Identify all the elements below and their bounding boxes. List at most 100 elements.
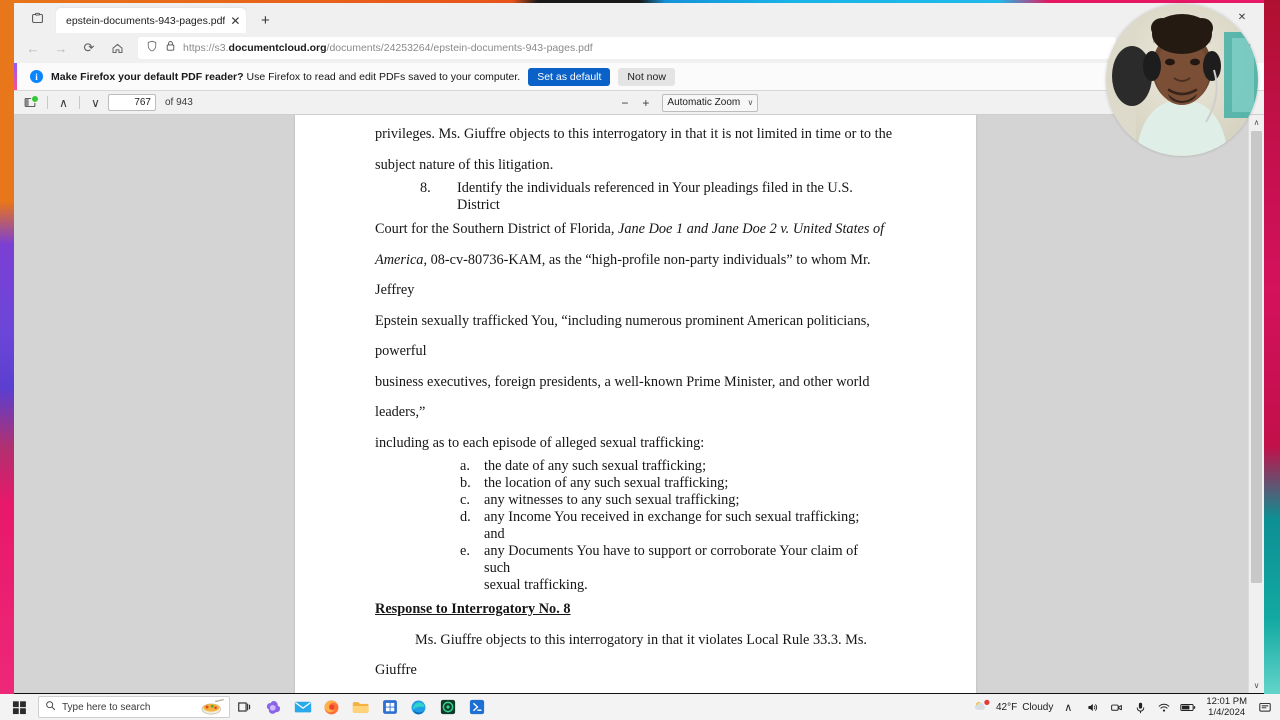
interrogatory-8-line-1: Identify the individuals referenced in Y… — [457, 180, 853, 213]
search-placeholder: Type here to search — [62, 701, 151, 713]
not-now-button[interactable]: Not now — [618, 67, 675, 86]
page-number-input[interactable]: 767 — [108, 94, 156, 111]
document-text: privileges. Ms. Giuffre objects to this … — [295, 115, 976, 693]
zoom-in-button[interactable]: + — [637, 94, 654, 111]
new-tab-button[interactable]: + — [254, 9, 276, 31]
sub-item-text: sexual trafficking. — [484, 577, 588, 593]
show-hidden-icons-button[interactable]: ∧ — [1059, 697, 1077, 717]
next-page-button[interactable]: ∨ — [87, 94, 104, 111]
system-tray: 42°F Cloudy ∧ 12:01 PM 1/4/2024 — [973, 696, 1280, 718]
taskbar-clock[interactable]: 12:01 PM 1/4/2024 — [1203, 696, 1250, 718]
sub-item-letter: c. — [460, 492, 470, 508]
microphone-icon[interactable] — [1131, 697, 1149, 717]
weather-widget[interactable]: 42°F Cloudy — [973, 699, 1053, 716]
sub-item-b: b. the location of any such sexual traff… — [295, 475, 976, 492]
browser-tab[interactable]: epstein-documents-943-pages.pdf ✕ — [56, 8, 247, 33]
list-tabs-icon[interactable] — [24, 5, 50, 31]
forward-button[interactable]: → — [48, 36, 74, 60]
sub-item-a: a. the date of any such sexual trafficki… — [295, 458, 976, 475]
tab-close-icon[interactable]: ✕ — [230, 15, 240, 27]
back-button[interactable]: ← — [20, 36, 46, 60]
notification-accent-bar — [14, 63, 17, 90]
case-name-italic-2: America — [375, 251, 424, 268]
settings-green-icon[interactable] — [433, 694, 462, 720]
pdf-viewer-toolbar: ∧ ∨ 767 of 943 − + Automatic Zoom ∨ » — [14, 91, 1264, 115]
sub-item-text: any Income You received in exchange for … — [484, 509, 860, 542]
sub-item-e: e. any Documents You have to support or … — [295, 543, 976, 577]
network-icon[interactable] — [1155, 697, 1173, 717]
sub-item-d: d. any Income You received in exchange f… — [295, 509, 976, 543]
interrogatory-8-line-5: business executives, foreign presidents,… — [375, 373, 870, 421]
sub-item-text: the location of any such sexual traffick… — [484, 475, 729, 491]
scrollbar-thumb[interactable] — [1251, 131, 1262, 583]
pdf-viewer-area: privileges. Ms. Giuffre objects to this … — [14, 115, 1264, 693]
action-center-icon[interactable] — [1256, 697, 1274, 717]
info-icon: i — [30, 70, 43, 83]
line3-suffix: , 08-cv-80736-KAM, as the “high-profile … — [375, 251, 871, 299]
shield-icon[interactable] — [146, 39, 158, 57]
sidebar-status-badge — [31, 94, 39, 103]
weather-temperature: 42°F — [995, 701, 1018, 713]
clock-time: 12:01 PM — [1206, 696, 1247, 707]
sub-item-text: the date of any such sexual trafficking; — [484, 458, 707, 474]
case-name-italic: Jane Doe 1 and Jane Doe 2 v. United Stat… — [618, 221, 885, 237]
sub-item-letter: a. — [460, 458, 470, 474]
vertical-scrollbar[interactable]: ∧ ∨ — [1248, 115, 1264, 693]
default-pdf-reader-notification: i Make Firefox your default PDF reader? … — [14, 63, 1264, 91]
navigation-toolbar: ← → ⟳ https://s3.documentcloud.org/docum… — [14, 33, 1264, 63]
interrogatory-8-line-2: Court for the Southern District of Flori… — [295, 214, 976, 245]
scroll-down-arrow[interactable]: ∨ — [1249, 678, 1264, 693]
response-heading: Response to Interrogatory No. 8 — [375, 601, 571, 617]
notification-message: Use Firefox to read and edit PDFs saved … — [246, 70, 521, 83]
response-line-1: Ms. Giuffre objects to this interrogator… — [375, 631, 867, 679]
sub-item-letter: d. — [460, 509, 471, 525]
sub-item-c: c. any witnesses to any such sexual traf… — [295, 492, 976, 509]
clock-date: 1/4/2024 — [1208, 707, 1246, 718]
windows-taskbar: Type here to search 42°F Cloudy ∧ 12:01 … — [0, 694, 1280, 720]
padlock-icon[interactable] — [165, 39, 176, 57]
url-path: /documents/24253264/epstein-documents-94… — [326, 42, 593, 54]
zoom-level-value: Automatic Zoom — [667, 97, 741, 108]
file-explorer-icon[interactable] — [346, 694, 375, 720]
task-view-icon[interactable] — [230, 694, 259, 720]
battery-icon[interactable] — [1179, 697, 1197, 717]
interrogatory-8-line-3: America, 08-cv-80736-KAM, as the “high-p… — [295, 245, 976, 306]
url-scheme: https://s3. — [183, 42, 229, 54]
powershell-icon[interactable] — [462, 694, 491, 720]
previous-page-button[interactable]: ∧ — [55, 94, 72, 111]
sub-item-text: any Documents You have to support or cor… — [484, 543, 859, 576]
line2-prefix: Court for the Southern District of Flori… — [375, 221, 619, 237]
zoom-out-button[interactable]: − — [616, 94, 633, 111]
url-text: https://s3.documentcloud.org/documents/2… — [183, 42, 593, 54]
camera-icon[interactable] — [1107, 697, 1125, 717]
notification-title: Make Firefox your default PDF reader? — [51, 70, 244, 83]
interrogatory-8-first-line: 8. Identify the individuals referenced i… — [295, 180, 976, 214]
toolbar-divider-2 — [79, 96, 80, 109]
webcam-overlay — [1106, 4, 1258, 156]
set-as-default-button[interactable]: Set as default — [528, 67, 611, 86]
page-total-label: of 943 — [165, 97, 193, 108]
copilot-icon[interactable] — [259, 694, 288, 720]
address-bar[interactable]: https://s3.documentcloud.org/documents/2… — [138, 37, 1116, 59]
pdf-page: privileges. Ms. Giuffre objects to this … — [295, 115, 976, 693]
firefox-icon[interactable] — [317, 694, 346, 720]
search-illustration-icon — [200, 698, 226, 717]
url-domain: documentcloud.org — [228, 42, 327, 54]
reload-button[interactable]: ⟳ — [76, 36, 102, 60]
interrogatory-8-line-4: Epstein sexually trafficked You, “includ… — [375, 312, 870, 360]
search-input[interactable]: Type here to search — [38, 696, 230, 718]
sub-item-letter-empty — [460, 577, 484, 594]
weather-icon — [973, 699, 991, 716]
sidebar-toggle-icon[interactable] — [20, 94, 40, 112]
tab-title: epstein-documents-943-pages.pdf — [66, 14, 226, 27]
windows-start-icon[interactable] — [0, 694, 38, 720]
response-line-2: objects in that it seeks information pro… — [295, 686, 976, 694]
zoom-level-select[interactable]: Automatic Zoom ∨ — [662, 93, 759, 112]
microsoft-store-icon[interactable] — [375, 694, 404, 720]
speaker-icon[interactable] — [1083, 697, 1101, 717]
home-button[interactable] — [104, 36, 130, 60]
magnifier-icon — [45, 698, 56, 716]
sub-item-letter: b. — [460, 475, 471, 491]
edge-icon[interactable] — [404, 694, 433, 720]
mail-icon[interactable] — [288, 694, 317, 720]
